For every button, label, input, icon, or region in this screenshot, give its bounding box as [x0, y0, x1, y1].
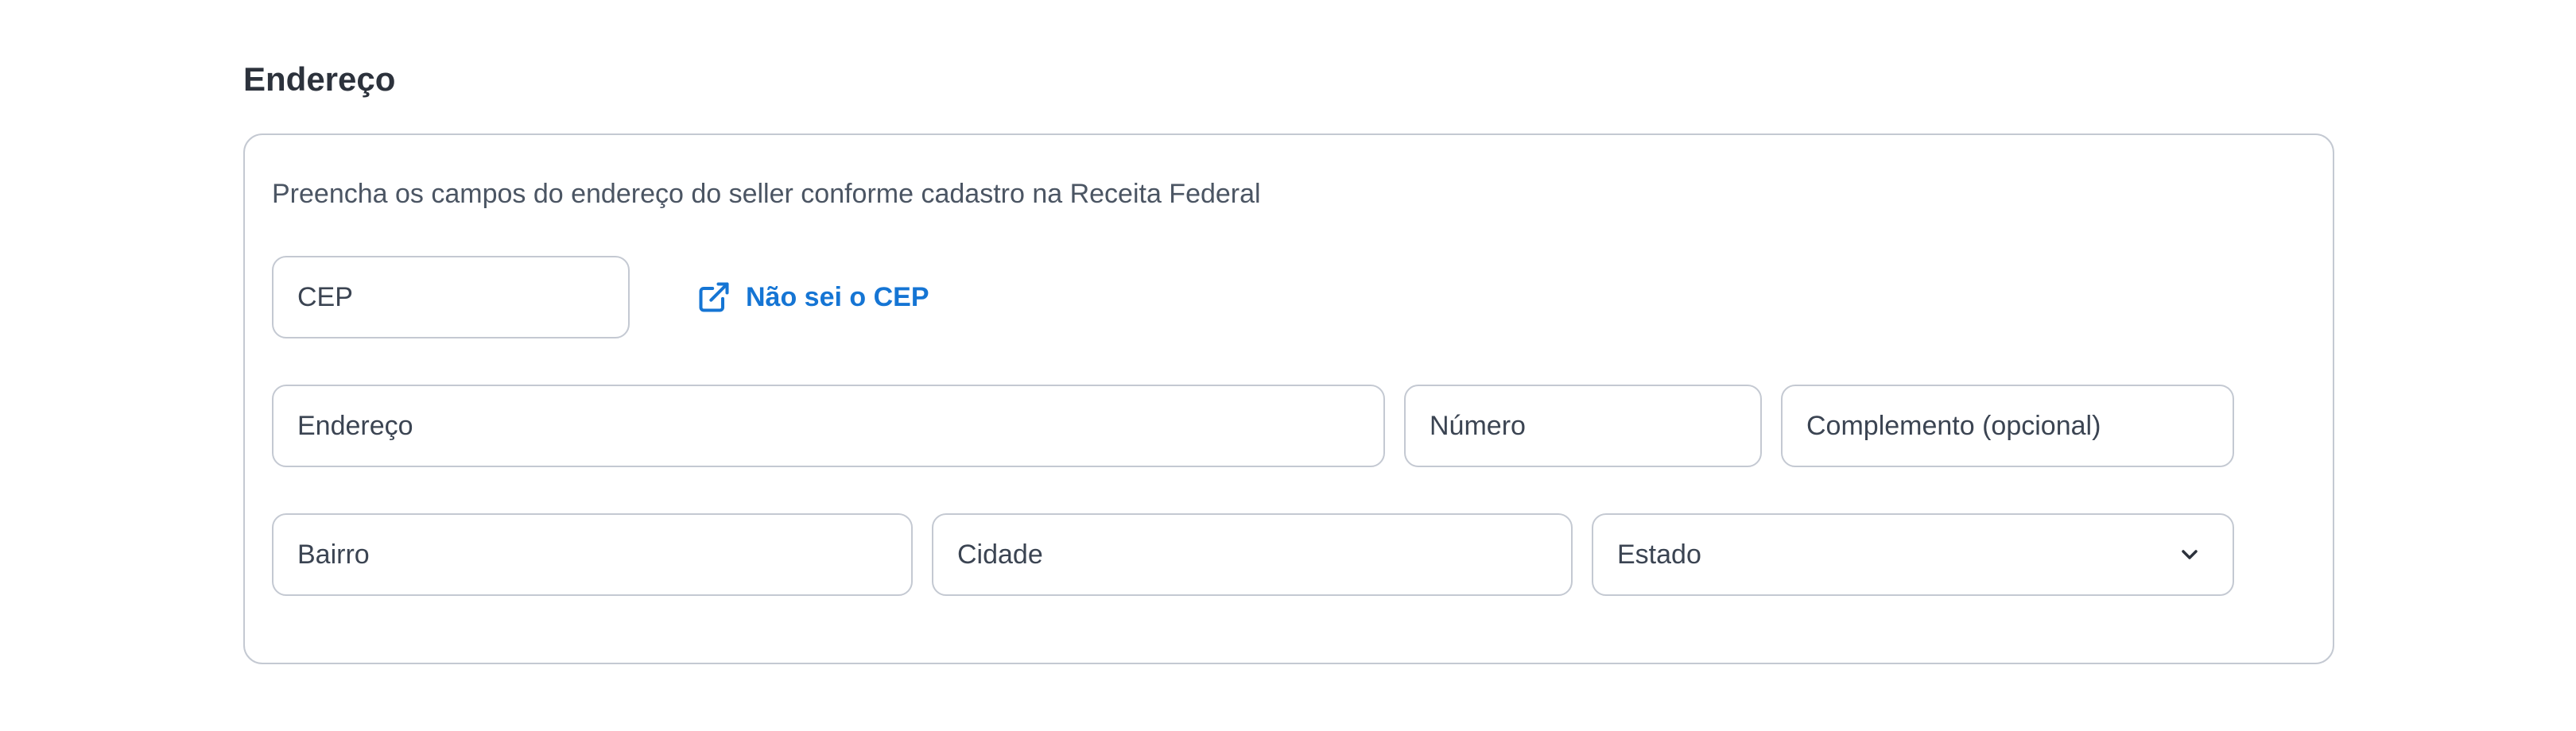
numero-field[interactable]	[1404, 385, 1762, 467]
bairro-field[interactable]	[272, 513, 913, 596]
endereco-field[interactable]	[272, 385, 1385, 467]
cidade-input[interactable]	[957, 539, 1547, 570]
cep-lookup-link[interactable]: Não sei o CEP	[696, 272, 929, 323]
complemento-field[interactable]	[1781, 385, 2234, 467]
estado-select[interactable]: Estado	[1592, 513, 2234, 596]
address-form-page: Endereço Preencha os campos do endereço …	[0, 0, 2576, 731]
chevron-down-icon	[2175, 540, 2204, 569]
cep-lookup-label: Não sei o CEP	[746, 281, 929, 312]
section-title: Endereço	[243, 60, 396, 98]
external-link-icon	[696, 280, 731, 315]
address-card: Preencha os campos do endereço do seller…	[243, 133, 2334, 664]
cep-field[interactable]	[272, 256, 630, 338]
estado-label: Estado	[1617, 539, 1701, 570]
cep-input[interactable]	[297, 281, 604, 313]
cidade-field[interactable]	[932, 513, 1573, 596]
address-description: Preencha os campos do endereço do seller…	[272, 179, 1261, 209]
bairro-input[interactable]	[297, 539, 887, 570]
endereco-input[interactable]	[297, 410, 1360, 442]
complemento-input[interactable]	[1806, 410, 2209, 442]
numero-input[interactable]	[1430, 410, 1736, 442]
